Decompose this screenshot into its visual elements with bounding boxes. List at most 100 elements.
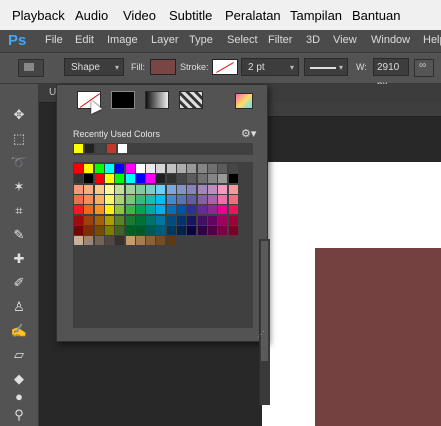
color-swatch[interactable] xyxy=(207,164,217,173)
color-swatch[interactable] xyxy=(197,215,207,225)
color-swatch[interactable] xyxy=(218,194,228,204)
color-swatch[interactable] xyxy=(218,174,228,184)
color-swatch[interactable] xyxy=(177,164,186,173)
color-swatch[interactable] xyxy=(104,205,114,215)
color-swatch[interactable] xyxy=(156,205,166,215)
color-swatch[interactable] xyxy=(228,164,238,173)
color-swatch[interactable] xyxy=(166,184,176,194)
color-swatch[interactable] xyxy=(135,194,145,204)
color-swatch[interactable] xyxy=(125,184,135,194)
color-swatch[interactable] xyxy=(94,174,104,184)
color-swatch[interactable] xyxy=(166,174,176,184)
menu-filter[interactable]: Filter xyxy=(268,34,292,46)
color-swatch[interactable] xyxy=(115,205,125,215)
color-swatch[interactable] xyxy=(115,174,125,184)
color-swatch[interactable] xyxy=(94,164,104,173)
color-swatch[interactable] xyxy=(187,184,197,194)
color-swatch[interactable] xyxy=(84,225,94,235)
move-tool-icon[interactable]: ✥ xyxy=(10,106,28,124)
color-swatch[interactable] xyxy=(125,215,135,225)
menu-edit[interactable]: Edit xyxy=(75,34,94,46)
color-swatch[interactable] xyxy=(187,205,197,215)
color-swatch[interactable] xyxy=(156,215,166,225)
color-swatch[interactable] xyxy=(156,236,166,246)
color-swatch[interactable] xyxy=(156,194,166,204)
color-swatch[interactable] xyxy=(135,184,145,194)
color-swatch[interactable] xyxy=(74,174,83,184)
color-swatch[interactable] xyxy=(207,225,217,235)
color-swatch[interactable] xyxy=(197,205,207,215)
color-swatch[interactable] xyxy=(74,184,83,194)
swatch-scrollbar[interactable] xyxy=(259,239,270,405)
fill-type-solid[interactable] xyxy=(111,91,135,109)
menu-layer[interactable]: Layer xyxy=(151,34,179,46)
eraser-tool-icon[interactable]: ▱ xyxy=(10,346,28,364)
history-brush-icon[interactable]: ✍ xyxy=(10,322,28,340)
dodge-tool-icon[interactable]: ⚲ xyxy=(10,406,28,424)
color-swatch[interactable] xyxy=(104,236,114,246)
color-swatch[interactable] xyxy=(146,194,156,204)
color-swatch[interactable] xyxy=(135,164,145,173)
color-swatch[interactable] xyxy=(74,205,83,215)
menu-file[interactable]: File xyxy=(45,34,63,46)
color-swatch[interactable] xyxy=(156,174,166,184)
color-swatch[interactable] xyxy=(74,194,83,204)
color-swatch[interactable] xyxy=(146,174,156,184)
color-swatch[interactable] xyxy=(177,184,186,194)
color-swatch[interactable] xyxy=(177,225,186,235)
fill-type-gradient[interactable] xyxy=(145,91,169,109)
color-swatch[interactable] xyxy=(187,225,197,235)
color-swatch[interactable] xyxy=(177,194,186,204)
color-swatch[interactable] xyxy=(115,225,125,235)
color-swatch[interactable] xyxy=(135,215,145,225)
color-swatch[interactable] xyxy=(125,225,135,235)
menu-window[interactable]: Window xyxy=(371,34,410,46)
color-swatch[interactable] xyxy=(84,194,94,204)
color-swatch[interactable] xyxy=(146,205,156,215)
color-swatch[interactable] xyxy=(125,164,135,173)
color-swatch[interactable] xyxy=(74,236,83,246)
clone-stamp-icon[interactable]: ♙ xyxy=(10,298,28,316)
menu-bantuan[interactable]: Bantuan xyxy=(352,8,400,23)
color-swatch[interactable] xyxy=(125,174,135,184)
menu-3d[interactable]: 3D xyxy=(306,34,320,46)
color-swatch[interactable] xyxy=(156,225,166,235)
color-swatch[interactable] xyxy=(84,184,94,194)
rectangle-shape[interactable] xyxy=(315,248,441,426)
healing-brush-icon[interactable]: ✚ xyxy=(10,250,28,268)
recent-swatch[interactable] xyxy=(85,144,94,153)
color-swatch[interactable] xyxy=(228,194,238,204)
color-swatch[interactable] xyxy=(84,174,94,184)
menu-video[interactable]: Video xyxy=(123,8,156,23)
color-swatch[interactable] xyxy=(177,174,186,184)
color-swatch[interactable] xyxy=(135,225,145,235)
recent-swatch[interactable] xyxy=(118,144,127,153)
color-swatch[interactable] xyxy=(115,236,125,246)
width-field[interactable]: 2910 px xyxy=(373,58,409,91)
color-swatch[interactable] xyxy=(94,215,104,225)
color-swatch[interactable] xyxy=(166,225,176,235)
color-swatch[interactable] xyxy=(228,215,238,225)
brush-tool-icon[interactable]: ✐ xyxy=(10,274,28,292)
color-swatch[interactable] xyxy=(228,174,238,184)
color-swatch[interactable] xyxy=(74,215,83,225)
marquee-tool-icon[interactable]: ⬚ xyxy=(10,130,28,148)
paint-bucket-icon[interactable]: ◆ xyxy=(10,370,28,388)
color-swatch[interactable] xyxy=(166,215,176,225)
fill-type-pattern[interactable] xyxy=(179,91,203,109)
scrollbar-thumb[interactable] xyxy=(261,241,268,361)
color-swatch[interactable] xyxy=(187,194,197,204)
color-swatch[interactable] xyxy=(156,184,166,194)
color-swatch[interactable] xyxy=(197,225,207,235)
stroke-swatch[interactable] xyxy=(212,59,238,75)
color-swatch[interactable] xyxy=(166,236,176,246)
color-swatch[interactable] xyxy=(207,174,217,184)
menu-peralatan[interactable]: Peralatan xyxy=(225,8,281,23)
color-swatch[interactable] xyxy=(197,184,207,194)
menu-audio[interactable]: Audio xyxy=(75,8,108,23)
color-swatch[interactable] xyxy=(218,215,228,225)
color-swatch[interactable] xyxy=(187,215,197,225)
blur-tool-icon[interactable]: ● xyxy=(10,388,28,406)
color-swatch[interactable] xyxy=(94,225,104,235)
color-swatch[interactable] xyxy=(104,164,114,173)
